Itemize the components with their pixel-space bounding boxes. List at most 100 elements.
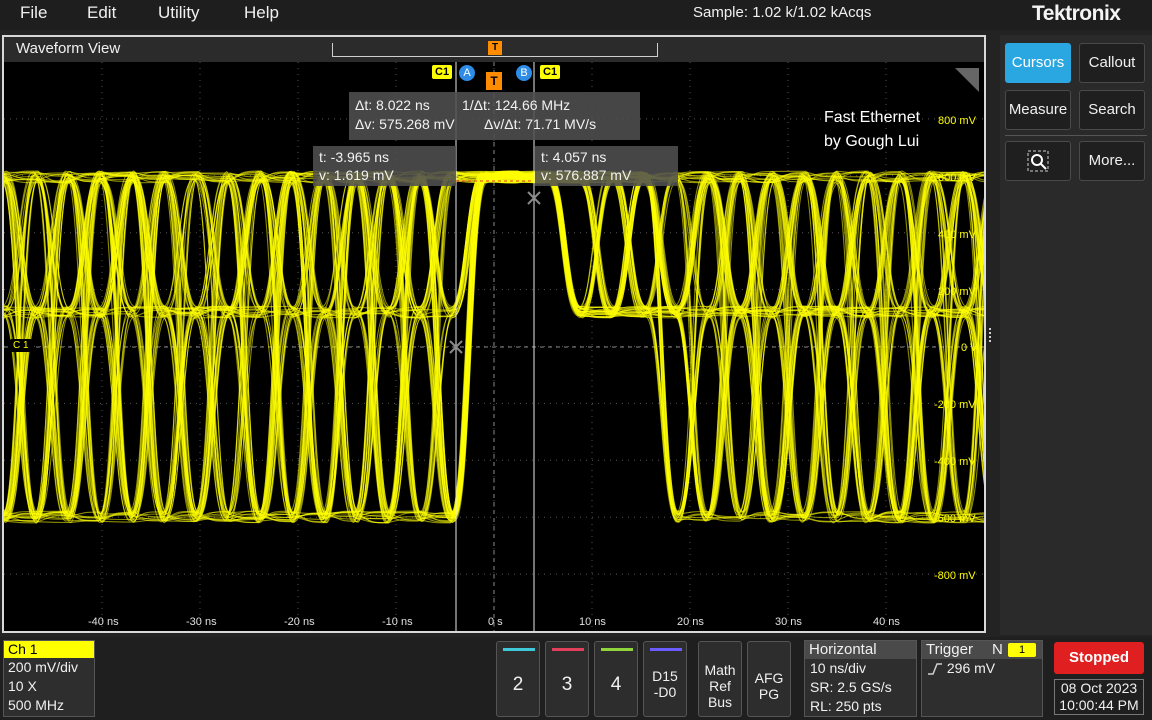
channel-2-label: 2 <box>512 674 524 695</box>
channel-1-badge[interactable]: Ch 1 200 mV/div 10 X 500 MHz <box>3 640 95 717</box>
cursors-button[interactable]: Cursors <box>1005 43 1071 83</box>
y-label-neg600mv: -600 mV <box>934 513 976 525</box>
channel-1-title: Ch 1 <box>4 641 94 658</box>
afg-pg-button[interactable]: AFG PG <box>747 641 791 717</box>
ref-label: Ref <box>709 678 731 694</box>
bus-label: Bus <box>707 694 733 710</box>
x-label-neg10ns: -10 ns <box>382 616 413 628</box>
sample-rate: SR: 2.5 GS/s <box>810 679 892 695</box>
side-panel-divider <box>1005 135 1147 136</box>
waveform-view[interactable]: Waveform View T C1 A T B C1 Δt: 8.022 ns… <box>2 35 986 633</box>
graticule[interactable]: C1 A T B C1 Δt: 8.022 ns 1/Δt: 124.66 MH… <box>4 62 984 631</box>
record-trigger-letter: T <box>491 42 499 53</box>
y-label-0v: 0 V <box>961 342 978 354</box>
channel-1-offset-marker[interactable]: C 1 <box>10 339 32 352</box>
trigger-position-badge[interactable]: T <box>486 72 502 90</box>
panel-resize-handle[interactable] <box>989 328 993 342</box>
channel-4-button[interactable]: 4 <box>594 641 638 717</box>
pg-label: PG <box>758 686 780 702</box>
channel-1-bandwidth: 500 MHz <box>8 697 65 713</box>
menu-utility[interactable]: Utility <box>158 3 200 23</box>
waveform-view-title: Waveform View <box>16 40 121 57</box>
digital-label-line1: D15 <box>652 668 678 684</box>
horizontal-scale: 10 ns/div <box>810 660 867 676</box>
cursor-b-readout[interactable]: t: 4.057 ns v: 576.887 mV <box>535 146 678 186</box>
annotation-line-1: Fast Ethernet <box>824 109 921 126</box>
menu-bar: File Edit Utility Help Sample: 1.02 k/1.… <box>0 0 1152 30</box>
trigger-title: Trigger <box>926 641 973 658</box>
channel-1-probe: 10 X <box>8 678 37 694</box>
brand-logo: Tektronix <box>1032 2 1121 25</box>
x-label-20ns: 20 ns <box>677 616 704 628</box>
channel-2-color-bar <box>503 648 535 651</box>
y-label-neg200mv: -200 mV <box>934 399 976 411</box>
acquisition-status[interactable]: Sample: 1.02 k/1.02 kAcqs <box>693 4 871 21</box>
annotation-text: Fast Ethernet by Gough Lui <box>824 106 920 154</box>
delta-v-over-delta-t: Δv/Δt: 71.71 MV/s <box>484 116 597 132</box>
x-label-40ns: 40 ns <box>873 616 900 628</box>
cursor-b-time: t: 4.057 ns <box>541 149 607 165</box>
channel-2-button[interactable]: 2 <box>496 641 540 717</box>
search-button[interactable]: Search <box>1079 90 1145 130</box>
cursor-b-badge[interactable]: B <box>516 65 532 81</box>
cursor-a-readout[interactable]: t: -3.965 ns v: 1.619 mV <box>313 146 456 186</box>
trigger-level: 296 mV <box>946 660 996 676</box>
digital-channels-button[interactable]: D15 -D0 <box>643 641 687 717</box>
cursor-b-source-badge: C1 <box>540 65 561 79</box>
x-label-0s: 0 s <box>488 616 503 628</box>
side-panel: Cursors Callout Measure Search More... <box>1000 35 1152 635</box>
cursor-a-badge[interactable]: A <box>459 65 475 81</box>
waveform-view-header: Waveform View T <box>4 37 984 62</box>
record-length: RL: 250 pts <box>810 698 882 714</box>
trigger-mode: N <box>992 641 1003 658</box>
y-label-neg800mv: -800 mV <box>934 570 976 582</box>
inverse-delta-t: 1/Δt: 124.66 MHz <box>462 97 571 113</box>
run-stop-status[interactable]: Stopped <box>1054 642 1144 674</box>
annotation-line-2: by Gough Lui <box>824 133 920 150</box>
trigger-badge[interactable]: Trigger N 1 296 mV <box>921 640 1043 717</box>
more-button[interactable]: More... <box>1079 141 1145 181</box>
cursor-a-source-badge: C1 <box>432 65 453 79</box>
x-label-10ns: 10 ns <box>579 616 606 628</box>
measure-button[interactable]: Measure <box>1005 90 1071 130</box>
date-time-display[interactable]: 08 Oct 2023 10:00:44 PM <box>1054 679 1144 715</box>
math-label: Math <box>704 662 736 678</box>
oscilloscope-screen: File Edit Utility Help Sample: 1.02 k/1.… <box>0 0 1152 720</box>
x-label-neg30ns: -30 ns <box>186 616 217 628</box>
callout-button[interactable]: Callout <box>1079 43 1145 83</box>
x-label-neg40ns: -40 ns <box>88 616 119 628</box>
cursor-b-voltage: v: 576.887 mV <box>541 167 632 183</box>
math-ref-bus-button[interactable]: Math Ref Bus <box>698 641 742 717</box>
trigger-source: 1 <box>1008 643 1036 657</box>
trigger-level-row: 296 mV <box>922 659 1042 678</box>
delta-t: Δt: 8.022 ns <box>355 97 430 113</box>
record-trigger-marker: T <box>488 41 502 55</box>
trigger-header: Trigger N 1 <box>922 641 1042 659</box>
time-text: 10:00:44 PM <box>1059 697 1139 713</box>
channel-3-color-bar <box>552 648 584 651</box>
y-label-400mv: 400 mV <box>938 229 976 241</box>
channel-3-label: 3 <box>561 674 573 695</box>
cursor-a-time: t: -3.965 ns <box>319 149 390 165</box>
channel-3-button[interactable]: 3 <box>545 641 589 717</box>
channel-1-scale: 200 mV/div <box>8 659 79 675</box>
date-text: 08 Oct 2023 <box>1060 680 1138 696</box>
menu-help[interactable]: Help <box>244 3 279 23</box>
cursor-delta-readout[interactable]: Δt: 8.022 ns 1/Δt: 124.66 MHz Δv: 575.26… <box>349 92 640 140</box>
horizontal-badge[interactable]: Horizontal 10 ns/div SR: 2.5 GS/s RL: 25… <box>804 640 917 717</box>
zoom-button[interactable] <box>1005 141 1071 181</box>
cursor-a-voltage: v: 1.619 mV <box>319 167 394 183</box>
y-label-600mv: 600 mV <box>938 172 976 184</box>
horizontal-title: Horizontal <box>805 641 916 659</box>
menu-file[interactable]: File <box>20 3 47 23</box>
digital-color-bar <box>650 648 682 651</box>
y-label-neg400mv: -400 mV <box>934 456 976 468</box>
delta-v: Δv: 575.268 mV <box>355 116 455 132</box>
y-label-200mv: 200 mV <box>938 286 976 298</box>
channel-4-color-bar <box>601 648 633 651</box>
menu-edit[interactable]: Edit <box>87 3 116 23</box>
y-label-800mv: 800 mV <box>938 115 976 127</box>
channel-4-label: 4 <box>610 674 622 695</box>
settings-bar: Ch 1 200 mV/div 10 X 500 MHz 2 3 4 D15 -… <box>0 637 1152 720</box>
rising-edge-icon <box>928 663 942 676</box>
